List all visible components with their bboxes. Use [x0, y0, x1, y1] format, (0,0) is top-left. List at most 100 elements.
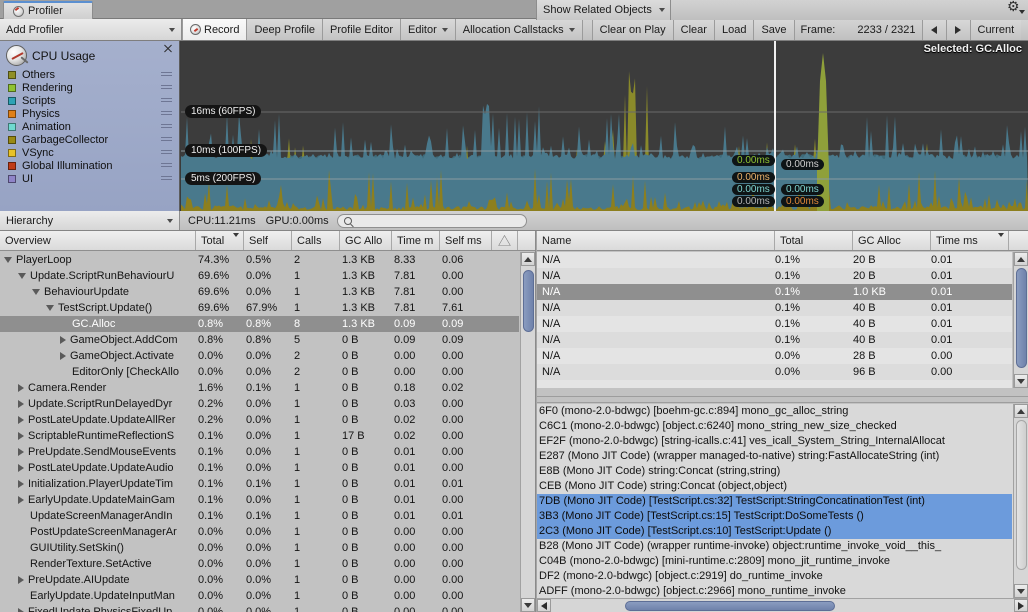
table-row[interactable]: FixedUpdate.PhysicsFixedUp0.0%0.0%10 B0.… — [0, 604, 519, 612]
add-profiler-dropdown[interactable]: Add Profiler — [0, 19, 182, 40]
scroll-up-button[interactable] — [1014, 404, 1028, 418]
callstack-line[interactable]: B28 (Mono JIT Code) (wrapper runtime-inv… — [537, 539, 1012, 554]
scroll-thumb[interactable] — [1016, 420, 1027, 570]
search-field[interactable] — [337, 214, 527, 228]
collapse-toggle-icon[interactable] — [18, 576, 24, 584]
drag-handle-icon[interactable] — [161, 111, 172, 116]
callstack-horizontal-scrollbar[interactable] — [537, 598, 1028, 612]
table-row[interactable]: EarlyUpdate.UpdateInputMan0.0%0.0%10 B0.… — [0, 588, 519, 604]
drag-handle-icon[interactable] — [161, 98, 172, 103]
table-row[interactable]: N/A0.1%40 B0.01 — [537, 316, 1012, 332]
legend-item[interactable]: VSync — [0, 146, 179, 159]
expand-toggle-icon[interactable] — [32, 289, 40, 295]
close-icon[interactable] — [163, 44, 173, 54]
scroll-thumb[interactable] — [523, 270, 534, 332]
column-header-ro-total[interactable]: Total — [775, 231, 853, 250]
callstack-panel[interactable]: 6F0 (mono-2.0-bdwgc) [boehm-gc.c:894] mo… — [537, 404, 1028, 598]
scroll-down-button[interactable] — [521, 598, 535, 612]
column-header-name[interactable]: Name — [537, 231, 775, 250]
collapse-toggle-icon[interactable] — [18, 416, 24, 424]
table-row[interactable]: RenderTexture.SetActive0.0%0.0%10 B0.000… — [0, 556, 519, 572]
scroll-down-button[interactable] — [1014, 584, 1028, 598]
table-row[interactable]: PreUpdate.AIUpdate0.0%0.0%10 B0.000.00 — [0, 572, 519, 588]
expand-toggle-icon[interactable] — [4, 257, 12, 263]
callstack-splitter[interactable] — [537, 396, 1028, 403]
next-frame-button[interactable] — [946, 19, 970, 40]
table-row[interactable]: PreUpdate.SendMouseEvents0.1%0.0%10 B0.0… — [0, 444, 519, 460]
callstack-line[interactable]: DF2 (mono-2.0-bdwgc) [object.c:2919] do_… — [537, 569, 1012, 584]
legend-item[interactable]: Physics — [0, 107, 179, 120]
table-row[interactable]: EditorOnly [CheckAllo0.0%0.0%20 B0.000.0… — [0, 364, 519, 380]
drag-handle-icon[interactable] — [161, 150, 172, 155]
drag-handle-icon[interactable] — [161, 176, 172, 181]
table-row[interactable]: PostLateUpdate.UpdateAllRer0.2%0.0%10 B0… — [0, 412, 519, 428]
table-row[interactable]: Update.ScriptRunDelayedDyr0.2%0.0%10 B0.… — [0, 396, 519, 412]
scroll-thumb[interactable] — [1016, 268, 1027, 368]
table-row[interactable]: Initialization.PlayerUpdateTim0.1%0.1%10… — [0, 476, 519, 492]
scroll-thumb[interactable] — [625, 601, 835, 611]
callstack-line[interactable]: C04B (mono-2.0-bdwgc) [mini-runtime.c:28… — [537, 554, 1012, 569]
load-button[interactable]: Load — [715, 19, 754, 40]
collapse-toggle-icon[interactable] — [18, 384, 24, 392]
drag-handle-icon[interactable] — [161, 137, 172, 142]
column-header-time-ms[interactable]: Time m — [392, 231, 440, 250]
expand-toggle-icon[interactable] — [18, 273, 26, 279]
legend-item[interactable]: Animation — [0, 120, 179, 133]
table-row[interactable]: N/A0.1%20 B0.01 — [537, 252, 1012, 268]
drag-handle-icon[interactable] — [161, 85, 172, 90]
legend-item[interactable]: Others — [0, 68, 179, 81]
view-mode-dropdown[interactable]: Hierarchy — [0, 211, 180, 230]
table-row[interactable]: GC.Alloc0.8%0.8%81.3 KB0.090.09 — [0, 316, 519, 332]
clear-button[interactable]: Clear — [674, 19, 715, 40]
allocation-callstacks-dropdown[interactable]: Allocation Callstacks — [456, 19, 583, 40]
column-header-overview[interactable]: Overview — [0, 231, 196, 250]
table-row[interactable]: BehaviourUpdate69.6%0.0%11.3 KB7.810.00 — [0, 284, 519, 300]
callstack-line[interactable]: ADFF (mono-2.0-bdwgc) [object.c:2966] mo… — [537, 584, 1012, 598]
collapse-toggle-icon[interactable] — [18, 448, 24, 456]
cpu-usage-chart[interactable]: Selected: GC.Alloc 16ms (60FPS) 10ms (10… — [181, 41, 1028, 211]
callstack-line[interactable]: 3B3 (Mono JIT Code) [TestScript.cs:15] T… — [537, 509, 1012, 524]
drag-handle-icon[interactable] — [161, 124, 172, 129]
show-related-objects-dropdown[interactable]: Show Related Objects — [536, 0, 671, 20]
scroll-down-button[interactable] — [1014, 374, 1028, 388]
column-header-total[interactable]: Total — [196, 231, 244, 250]
table-row[interactable]: EarlyUpdate.UpdateMainGam0.1%0.0%10 B0.0… — [0, 492, 519, 508]
clear-on-play-button[interactable]: Clear on Play — [593, 19, 674, 40]
collapse-toggle-icon[interactable] — [18, 480, 24, 488]
prev-frame-button[interactable] — [922, 19, 946, 40]
callstack-line[interactable]: 6F0 (mono-2.0-bdwgc) [boehm-gc.c:894] mo… — [537, 404, 1012, 419]
table-row[interactable]: N/A0.1%1.0 KB0.01 — [537, 284, 1012, 300]
column-header-self[interactable]: Self — [244, 231, 292, 250]
profile-editor-button[interactable]: Profile Editor — [323, 19, 401, 40]
deep-profile-button[interactable]: Deep Profile — [247, 19, 323, 40]
collapse-toggle-icon[interactable] — [18, 496, 24, 504]
table-row[interactable]: N/A0.0%28 B0.00 — [537, 348, 1012, 364]
callstack-line[interactable]: 2C3 (Mono JIT Code) [TestScript.cs:10] T… — [537, 524, 1012, 539]
record-button[interactable]: Record — [182, 19, 247, 40]
table-row[interactable]: N/A0.1%20 B0.01 — [537, 268, 1012, 284]
column-header-calls[interactable]: Calls — [292, 231, 340, 250]
table-row[interactable]: N/A0.0%96 B0.00 — [537, 364, 1012, 380]
collapse-toggle-icon[interactable] — [60, 336, 66, 344]
legend-item[interactable]: GarbageCollector — [0, 133, 179, 146]
collapse-toggle-icon[interactable] — [18, 432, 24, 440]
drag-handle-icon[interactable] — [161, 72, 172, 77]
table-row[interactable]: Camera.Render1.6%0.1%10 B0.180.02 — [0, 380, 519, 396]
current-frame-button[interactable]: Current — [970, 19, 1022, 40]
callstack-line[interactable]: 7DB (Mono JIT Code) [TestScript.cs:32] T… — [537, 494, 1012, 509]
table-row[interactable]: GUIUtility.SetSkin()0.0%0.0%10 B0.000.00 — [0, 540, 519, 556]
column-header-self-ms[interactable]: Self ms — [440, 231, 492, 250]
column-header-gc-alloc[interactable]: GC Allo — [340, 231, 392, 250]
table-row[interactable]: PostUpdateScreenManagerAr0.0%0.0%10 B0.0… — [0, 524, 519, 540]
table-row[interactable]: N/A0.1%40 B0.01 — [537, 300, 1012, 316]
callstack-vertical-scrollbar[interactable] — [1013, 404, 1028, 598]
table-row[interactable]: TestScript.Update()69.6%67.9%11.3 KB7.81… — [0, 300, 519, 316]
drag-handle-icon[interactable] — [161, 163, 172, 168]
column-header-ro-gc-alloc[interactable]: GC Alloc — [853, 231, 931, 250]
collapse-toggle-icon[interactable] — [18, 464, 24, 472]
table-row[interactable]: PlayerLoop74.3%0.5%21.3 KB8.330.06 — [0, 252, 519, 268]
callstack-line[interactable]: E287 (Mono JIT Code) (wrapper managed-to… — [537, 449, 1012, 464]
table-row[interactable]: GameObject.Activate0.0%0.0%20 B0.000.00 — [0, 348, 519, 364]
callstack-line[interactable]: CEB (Mono JIT Code) string:Concat (objec… — [537, 479, 1012, 494]
scroll-left-button[interactable] — [537, 599, 551, 612]
